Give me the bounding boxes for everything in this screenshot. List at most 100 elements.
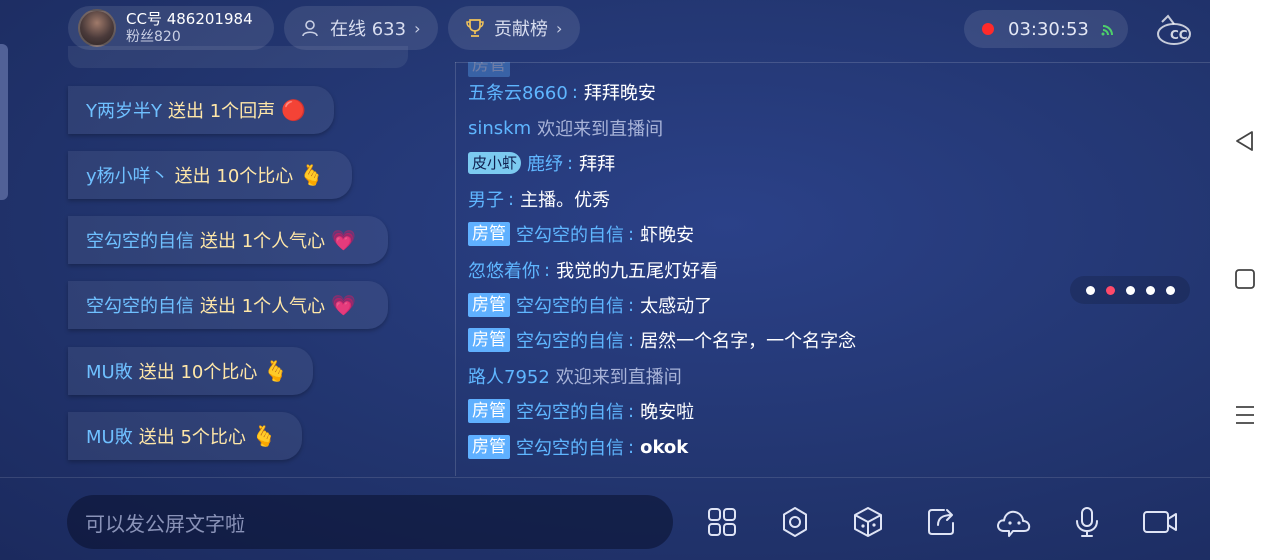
gift-action: 送出 1个人气心 xyxy=(200,296,326,317)
page-dot[interactable] xyxy=(1145,285,1155,295)
settings-button[interactable] xyxy=(775,502,815,542)
side-drawer-handle[interactable] xyxy=(0,44,8,200)
gift-item[interactable]: MU敗 送出 10个比心 🫰 xyxy=(68,347,313,395)
chat-message[interactable]: 男子 : 主播。优秀 xyxy=(468,184,610,214)
gift-action: 送出 1个回声 xyxy=(168,101,276,122)
nav-back-button[interactable] xyxy=(1230,126,1260,156)
chat-separator: : xyxy=(628,223,635,245)
chat-message[interactable]: 房管 空勾空的自信 : 晚安啦 xyxy=(468,396,694,426)
chat-username[interactable]: sinskm xyxy=(468,118,531,139)
nav-home-button[interactable] xyxy=(1230,264,1260,294)
chat-username[interactable]: 空勾空的自信 xyxy=(516,398,624,424)
admin-badge: 房管 xyxy=(468,435,510,459)
chat-username[interactable]: 空勾空的自信 xyxy=(516,327,624,353)
nav-menu-button[interactable] xyxy=(1230,400,1260,430)
fans-count: 粉丝820 xyxy=(126,29,181,45)
gift-action: 送出 1个人气心 xyxy=(200,231,326,252)
gift-action: 送出 10个比心 xyxy=(138,362,258,383)
contribution-rank-button[interactable]: 贡献榜 › xyxy=(448,6,580,50)
chat-text: 拜拜晚安 xyxy=(583,83,656,104)
chat-message[interactable]: 忽悠着你 : 我觉的九五尾灯好看 xyxy=(468,255,718,285)
microphone-icon xyxy=(1076,507,1098,537)
video-camera-button[interactable] xyxy=(1140,502,1180,542)
microphone-button[interactable] xyxy=(1067,502,1107,542)
chat-system-message[interactable]: sinskm 欢迎来到直播间 xyxy=(468,113,663,143)
chat-username[interactable]: 路人7952 xyxy=(468,363,550,389)
chat-username[interactable]: 空勾空的自信 xyxy=(516,434,624,460)
gift-item[interactable]: y杨小咩丶 送出 10个比心 🫰 xyxy=(68,151,352,199)
bottom-divider xyxy=(0,477,1210,478)
chat-message[interactable]: 房管 空勾空的自信 : 虾晚安 xyxy=(468,219,694,249)
welcome-text: 欢迎来到直播间 xyxy=(555,367,682,388)
cc-logo-icon: CC xyxy=(1157,14,1191,45)
heart-hands-icon: 🫰 xyxy=(299,163,325,187)
apps-grid-icon xyxy=(708,508,736,536)
share-icon xyxy=(928,509,954,535)
pink-heart-icon: 💗 xyxy=(331,293,357,317)
gift-sender: Y两岁半Y xyxy=(86,101,162,122)
chat-message[interactable]: 五条云8660 : 拜拜晚安 xyxy=(468,77,656,107)
game-cube-icon xyxy=(854,507,882,537)
emoji-button[interactable] xyxy=(994,502,1034,542)
chat-text: 居然一个名字，一个名字念 xyxy=(640,331,857,352)
gift-item[interactable]: MU敗 送出 5个比心 🫰 xyxy=(68,412,302,460)
admin-badge: 房管 xyxy=(468,328,510,352)
apps-grid-button[interactable] xyxy=(702,502,742,542)
settings-gear-icon xyxy=(783,507,807,537)
avatar[interactable] xyxy=(78,9,116,47)
gift-sender: 空勾空的自信 xyxy=(86,296,194,317)
chat-separator: : xyxy=(544,259,551,281)
gift-sender: MU敗 xyxy=(86,362,133,383)
chat-username[interactable]: 鹿纾 xyxy=(527,150,563,176)
gift-sender: y杨小咩丶 xyxy=(86,166,169,187)
welcome-text: 欢迎来到直播间 xyxy=(537,119,664,140)
chat-text: 拜拜 xyxy=(579,154,616,175)
panel-divider xyxy=(455,62,456,476)
public-chat-list[interactable]: 房管 五条云8660 : 拜拜晚安 sinskm 欢迎来到直播间 皮小虾 鹿纾 … xyxy=(468,62,1208,474)
chat-username[interactable]: 男子 xyxy=(468,186,504,212)
page-dot[interactable] xyxy=(1165,285,1175,295)
admin-badge: 房管 xyxy=(468,399,510,423)
gift-sender: 空勾空的自信 xyxy=(86,231,194,252)
user-icon xyxy=(302,20,318,37)
svg-text:CC: CC xyxy=(1170,28,1188,42)
pink-heart-icon: 💗 xyxy=(331,228,357,252)
chevron-right-icon: › xyxy=(556,18,563,38)
share-button[interactable] xyxy=(921,502,961,542)
page-indicator[interactable] xyxy=(1070,276,1190,304)
anchor-profile-pill[interactable]: CC号 486201984 粉丝820 xyxy=(68,6,274,50)
chat-message[interactable]: 皮小虾 鹿纾 : 拜拜 xyxy=(468,148,615,178)
page-dot[interactable] xyxy=(1125,285,1135,295)
chat-username[interactable]: 空勾空的自信 xyxy=(516,292,624,318)
chat-text: 晚安啦 xyxy=(640,402,695,423)
chat-username[interactable]: 空勾空的自信 xyxy=(516,221,624,247)
gift-action: 送出 10个比心 xyxy=(174,166,294,187)
home-square-icon xyxy=(1235,269,1255,289)
cc-id: CC号 486201984 xyxy=(126,10,253,28)
signal-strength-icon xyxy=(1101,25,1113,36)
page-dot[interactable] xyxy=(1085,285,1095,295)
gift-item[interactable]: 空勾空的自信 送出 1个人气心 💗 xyxy=(68,216,388,264)
chat-message[interactable]: 房管 空勾空的自信 : 太感动了 xyxy=(468,290,712,320)
chat-text: 太感动了 xyxy=(640,296,713,317)
chat-separator: : xyxy=(628,436,635,458)
live-duration: 03:30:53 xyxy=(1008,18,1089,40)
chat-username[interactable]: 五条云8660 xyxy=(468,79,568,105)
trophy-icon xyxy=(466,19,484,37)
chat-username[interactable]: 忽悠着你 xyxy=(468,257,540,283)
chat-separator: : xyxy=(567,152,574,174)
gift-item-partial xyxy=(68,46,408,68)
online-count-button[interactable]: 在线 633 › xyxy=(284,6,438,50)
gift-item[interactable]: 空勾空的自信 送出 1个人气心 💗 xyxy=(68,281,388,329)
game-button[interactable] xyxy=(848,502,888,542)
chat-input[interactable]: 可以发公屏文字啦 xyxy=(67,495,673,549)
chat-system-message[interactable]: 路人7952 欢迎来到直播间 xyxy=(468,361,682,391)
heart-hands-icon: 🫰 xyxy=(263,359,289,383)
gift-item[interactable]: Y两岁半Y 送出 1个回声 🔴 xyxy=(68,86,334,134)
recording-dot-icon xyxy=(982,23,994,35)
chat-message[interactable]: 房管 空勾空的自信 : okok xyxy=(468,432,688,462)
chat-text: 我觉的九五尾灯好看 xyxy=(556,261,719,282)
menu-lines-icon xyxy=(1236,406,1254,424)
page-dot-active[interactable] xyxy=(1105,285,1115,295)
chat-message[interactable]: 房管 空勾空的自信 : 居然一个名字，一个名字念 xyxy=(468,325,856,355)
